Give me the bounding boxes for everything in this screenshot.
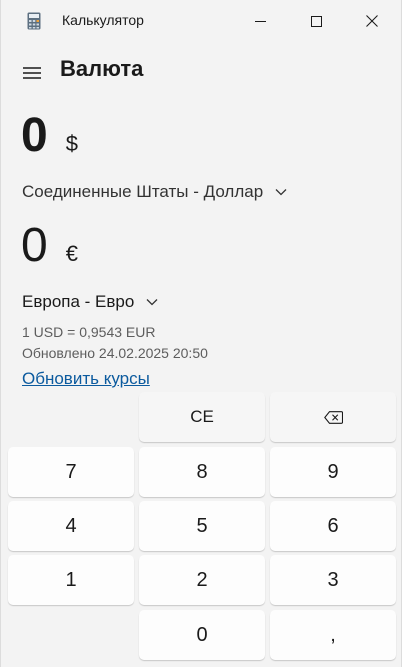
minimize-button[interactable]: [237, 0, 283, 42]
rate-info: 1 USD = 0,9543 EUR Обновлено 24.02.2025 …: [22, 322, 208, 364]
digit-2-button[interactable]: 2: [139, 555, 265, 605]
exchange-rate: 1 USD = 0,9543 EUR: [22, 324, 156, 340]
from-value[interactable]: 0 $: [21, 106, 78, 166]
window-title: Калькулятор: [62, 12, 144, 28]
close-button[interactable]: [349, 0, 395, 42]
digit-3-button[interactable]: 3: [270, 555, 396, 605]
maximize-button[interactable]: [293, 0, 339, 42]
chevron-down-icon: [146, 299, 158, 306]
digit-5-button[interactable]: 5: [139, 501, 265, 551]
updated-timestamp: Обновлено 24.02.2025 20:50: [22, 345, 208, 361]
maximize-icon: [310, 15, 322, 27]
page-title: Валюта: [60, 56, 144, 81]
to-amount: 0: [21, 219, 48, 272]
from-currency-symbol: $: [65, 131, 78, 156]
to-currency-label: Европа - Евро: [22, 292, 135, 311]
chevron-down-icon: [275, 189, 287, 196]
to-currency-dropdown[interactable]: Европа - Евро: [22, 292, 158, 312]
digit-8-button[interactable]: 8: [139, 447, 265, 497]
minimize-icon: [254, 20, 266, 22]
from-currency-dropdown[interactable]: Соединенные Штаты - Доллар: [22, 182, 287, 202]
from-currency-label: Соединенные Штаты - Доллар: [22, 182, 264, 201]
digit-4-button[interactable]: 4: [8, 501, 134, 551]
to-value[interactable]: 0 €: [21, 216, 78, 276]
backspace-icon: [323, 410, 343, 424]
close-icon: [366, 15, 378, 27]
update-rates-link[interactable]: Обновить курсы: [22, 369, 150, 389]
from-amount: 0: [21, 109, 48, 162]
digit-1-button[interactable]: 1: [8, 555, 134, 605]
clear-entry-button[interactable]: CE: [139, 392, 265, 442]
calculator-window: Калькулятор Валюта 0 $ Соединенные Штаты…: [0, 0, 402, 667]
hamburger-icon: [23, 67, 41, 79]
digit-6-button[interactable]: 6: [270, 501, 396, 551]
to-currency-symbol: €: [65, 241, 78, 266]
backspace-button[interactable]: [270, 392, 396, 442]
digit-9-button[interactable]: 9: [270, 447, 396, 497]
decimal-separator-button[interactable]: ,: [270, 610, 396, 660]
digit-0-button[interactable]: 0: [139, 610, 265, 660]
title-bar: Калькулятор: [1, 0, 401, 42]
menu-button[interactable]: [19, 60, 45, 86]
digit-7-button[interactable]: 7: [8, 447, 134, 497]
calculator-icon: [27, 12, 41, 30]
